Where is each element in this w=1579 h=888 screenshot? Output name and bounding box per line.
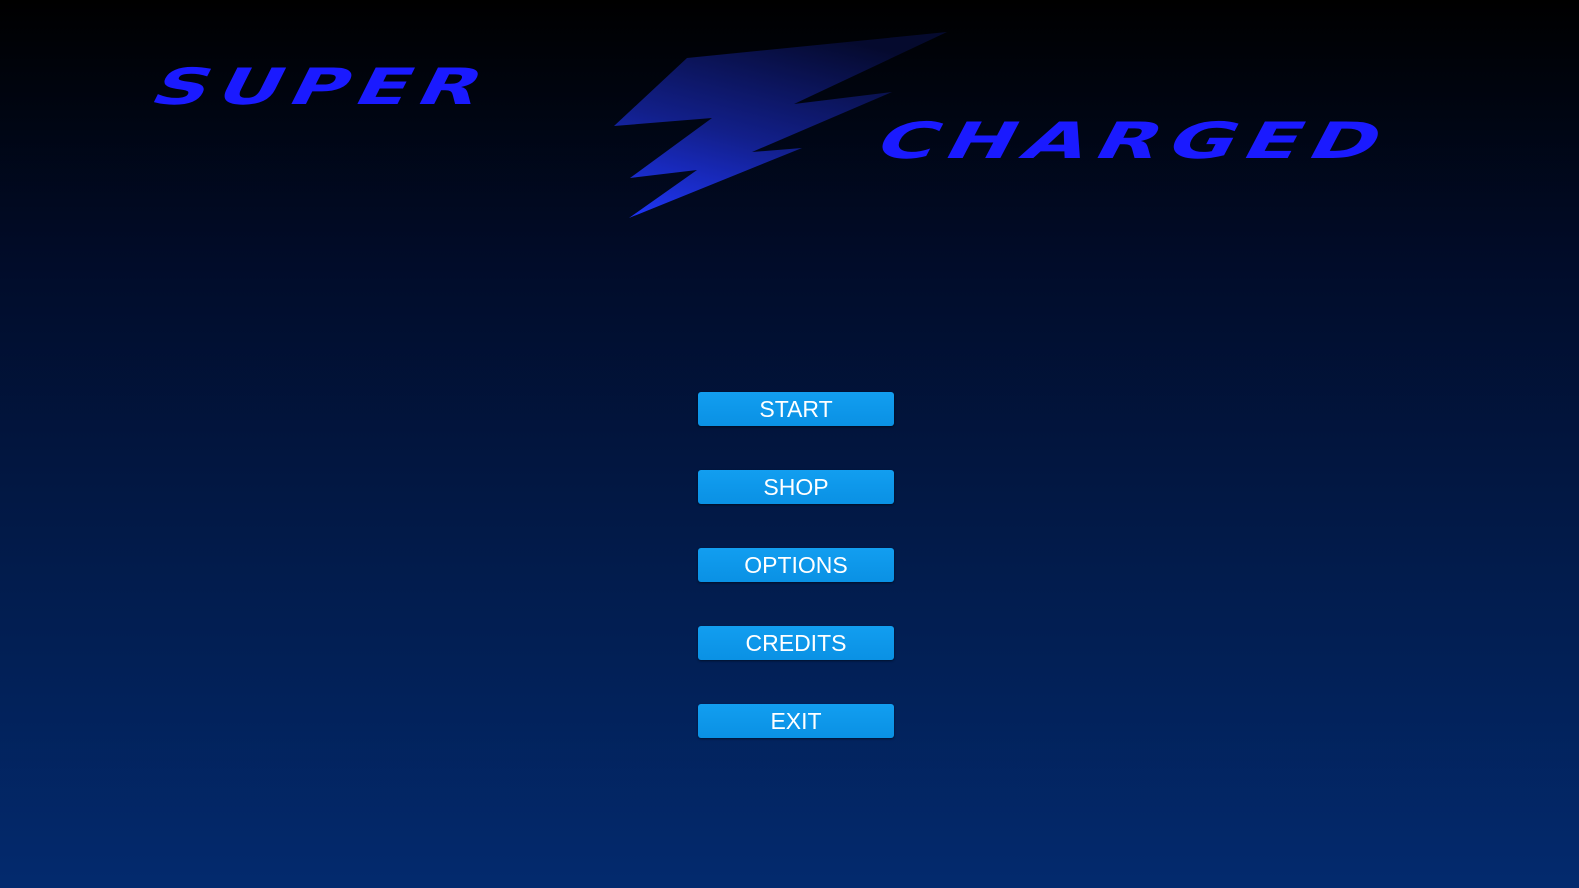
start-button[interactable]: START: [698, 392, 894, 426]
exit-button[interactable]: EXIT: [698, 704, 894, 738]
logo-word-charged: CHARGED: [864, 112, 1405, 170]
main-menu-screen: SUPER CHARGED START SHOP OPTIONS CREDITS…: [0, 0, 1579, 888]
shop-button[interactable]: SHOP: [698, 470, 894, 504]
options-button[interactable]: OPTIONS: [698, 548, 894, 582]
credits-button[interactable]: CREDITS: [698, 626, 894, 660]
main-menu: START SHOP OPTIONS CREDITS EXIT: [698, 392, 894, 782]
logo-word-super: SUPER: [140, 58, 505, 116]
